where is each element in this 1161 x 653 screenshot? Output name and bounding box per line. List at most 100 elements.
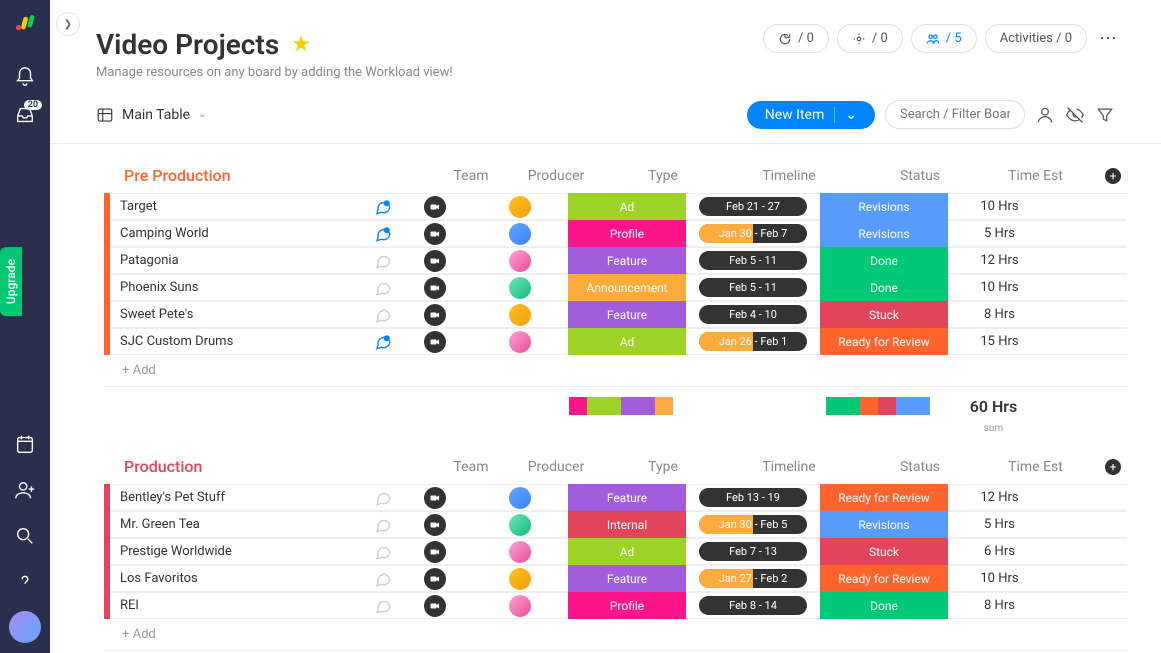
- star-icon[interactable]: ★: [291, 32, 311, 57]
- time-cell[interactable]: 8 Hrs: [948, 307, 1051, 322]
- notifications-icon[interactable]: [14, 66, 36, 88]
- view-selector[interactable]: Main Table ⌄: [96, 106, 206, 124]
- type-cell[interactable]: Ad: [568, 328, 686, 355]
- item-name[interactable]: Phoenix Suns: [110, 280, 368, 295]
- chevron-down-icon[interactable]: ⌄: [834, 107, 857, 123]
- type-cell[interactable]: Profile: [568, 592, 686, 619]
- type-cell[interactable]: Feature: [568, 247, 686, 274]
- search-input[interactable]: [885, 100, 1025, 129]
- integration-pill-1[interactable]: / 0: [763, 24, 829, 53]
- timeline-cell[interactable]: Feb 13 - 19: [686, 488, 820, 507]
- invite-icon[interactable]: [14, 479, 36, 501]
- help-icon[interactable]: [14, 571, 36, 593]
- item-name[interactable]: Sweet Pete's: [110, 307, 368, 322]
- type-cell[interactable]: Profile: [568, 220, 686, 247]
- status-cell[interactable]: Ready for Review: [820, 565, 948, 592]
- filter-icon[interactable]: [1095, 105, 1115, 125]
- type-cell[interactable]: Feature: [568, 484, 686, 511]
- status-cell[interactable]: Revisions: [820, 511, 948, 538]
- team-cell[interactable]: [398, 196, 472, 218]
- timeline-cell[interactable]: Feb 5 - 11: [686, 251, 820, 270]
- person-filter-icon[interactable]: [1035, 105, 1055, 125]
- timeline-cell[interactable]: Feb 5 - 11: [686, 278, 820, 297]
- status-cell[interactable]: Done: [820, 274, 948, 301]
- producer-cell[interactable]: [472, 514, 568, 536]
- table-row[interactable]: Bentley's Pet Stuff Feature Feb 13 - 19 …: [104, 484, 1127, 511]
- activities-pill[interactable]: Activities / 0: [985, 24, 1087, 53]
- team-cell[interactable]: [398, 331, 472, 353]
- chat-button[interactable]: [368, 570, 398, 588]
- timeline-cell[interactable]: Jan 26 - Feb 1: [686, 332, 820, 351]
- more-menu-icon[interactable]: ⋯: [1095, 28, 1121, 49]
- status-cell[interactable]: Revisions: [820, 220, 948, 247]
- item-name[interactable]: Patagonia: [110, 253, 368, 268]
- timeline-cell[interactable]: Feb 4 - 10: [686, 305, 820, 324]
- members-pill[interactable]: / 5: [911, 24, 977, 53]
- time-cell[interactable]: 12 Hrs: [948, 490, 1051, 505]
- timeline-cell[interactable]: Feb 7 - 13: [686, 542, 820, 561]
- timeline-cell[interactable]: Jan 30 - Feb 5: [686, 515, 820, 534]
- team-cell[interactable]: [398, 250, 472, 272]
- search-icon[interactable]: [14, 525, 36, 547]
- status-cell[interactable]: Done: [820, 592, 948, 619]
- producer-cell[interactable]: [472, 568, 568, 590]
- item-name[interactable]: Mr. Green Tea: [110, 517, 368, 532]
- chat-button[interactable]: [368, 543, 398, 561]
- team-cell[interactable]: [398, 487, 472, 509]
- team-cell[interactable]: [398, 568, 472, 590]
- add-item-button[interactable]: + Add: [104, 619, 1127, 651]
- team-cell[interactable]: [398, 223, 472, 245]
- item-name[interactable]: Target: [110, 199, 368, 214]
- group-title[interactable]: ▼ Production: [104, 457, 434, 476]
- integration-pill-2[interactable]: / 0: [837, 24, 903, 53]
- producer-cell[interactable]: [472, 331, 568, 353]
- type-cell[interactable]: Ad: [568, 193, 686, 220]
- time-cell[interactable]: 10 Hrs: [948, 280, 1051, 295]
- item-name[interactable]: REI: [110, 598, 368, 613]
- status-cell[interactable]: Done: [820, 247, 948, 274]
- table-row[interactable]: Sweet Pete's Feature Feb 4 - 10 Stuck 8 …: [104, 301, 1127, 328]
- chat-button[interactable]: [368, 516, 398, 534]
- producer-cell[interactable]: [472, 595, 568, 617]
- hide-icon[interactable]: [1065, 105, 1085, 125]
- type-cell[interactable]: Feature: [568, 565, 686, 592]
- add-item-button[interactable]: + Add: [104, 355, 1127, 387]
- table-row[interactable]: Los Favoritos Feature Jan 27 - Feb 2 Rea…: [104, 565, 1127, 592]
- timeline-cell[interactable]: Jan 30 - Feb 7: [686, 224, 820, 243]
- status-cell[interactable]: Stuck: [820, 538, 948, 565]
- time-cell[interactable]: 5 Hrs: [948, 517, 1051, 532]
- chat-button[interactable]: [368, 306, 398, 324]
- time-cell[interactable]: 5 Hrs: [948, 226, 1051, 241]
- producer-cell[interactable]: [472, 541, 568, 563]
- collapse-icon[interactable]: ▼: [104, 169, 118, 183]
- type-cell[interactable]: Ad: [568, 538, 686, 565]
- time-cell[interactable]: 12 Hrs: [948, 253, 1051, 268]
- time-cell[interactable]: 6 Hrs: [948, 544, 1051, 559]
- producer-cell[interactable]: [472, 277, 568, 299]
- item-name[interactable]: Prestige Worldwide: [110, 544, 368, 559]
- table-row[interactable]: Mr. Green Tea Internal Jan 30 - Feb 5 Re…: [104, 511, 1127, 538]
- team-cell[interactable]: [398, 514, 472, 536]
- chat-button[interactable]: [368, 198, 398, 216]
- type-cell[interactable]: Internal: [568, 511, 686, 538]
- inbox-icon[interactable]: 20: [14, 104, 36, 126]
- table-row[interactable]: SJC Custom Drums Ad Jan 26 - Feb 1 Ready…: [104, 328, 1127, 355]
- upgrade-button[interactable]: Upgrade: [0, 247, 22, 316]
- timeline-cell[interactable]: Feb 8 - 14: [686, 596, 820, 615]
- chat-button[interactable]: [368, 597, 398, 615]
- table-row[interactable]: Target Ad Feb 21 - 27 Revisions 10 Hrs: [104, 193, 1127, 220]
- status-cell[interactable]: Ready for Review: [820, 484, 948, 511]
- type-cell[interactable]: Feature: [568, 301, 686, 328]
- producer-cell[interactable]: [472, 250, 568, 272]
- item-name[interactable]: Bentley's Pet Stuff: [110, 490, 368, 505]
- time-cell[interactable]: 10 Hrs: [948, 571, 1051, 586]
- time-cell[interactable]: 8 Hrs: [948, 598, 1051, 613]
- add-column-button[interactable]: +: [1105, 168, 1121, 184]
- chat-button[interactable]: [368, 279, 398, 297]
- table-row[interactable]: Phoenix Suns Announcement Feb 5 - 11 Don…: [104, 274, 1127, 301]
- new-item-button[interactable]: New Item⌄: [747, 101, 875, 129]
- add-column-button[interactable]: +: [1105, 459, 1121, 475]
- table-row[interactable]: Camping World Profile Jan 30 - Feb 7 Rev…: [104, 220, 1127, 247]
- time-cell[interactable]: 10 Hrs: [948, 199, 1051, 214]
- team-cell[interactable]: [398, 595, 472, 617]
